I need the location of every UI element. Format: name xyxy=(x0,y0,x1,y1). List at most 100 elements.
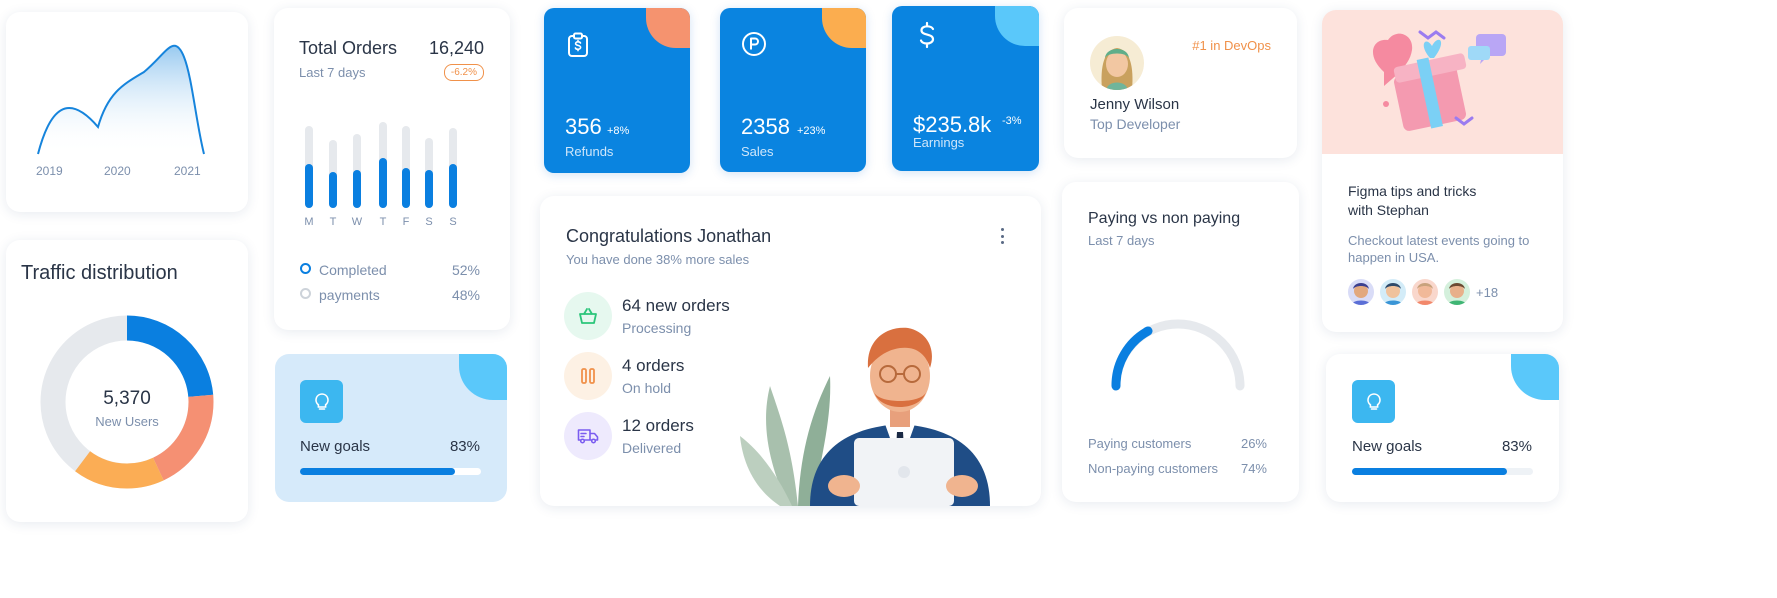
goals-corner-blob xyxy=(1511,354,1559,400)
truck-icon xyxy=(577,429,599,444)
new-goals-card-left: New goals 83% xyxy=(275,354,507,502)
basket-icon xyxy=(579,308,597,324)
profile-rank: #1 in DevOps xyxy=(1192,38,1271,53)
kebab-dot xyxy=(1000,228,1004,231)
paying-row-label: Non-paying customers xyxy=(1088,461,1219,476)
goals-icon-box xyxy=(300,380,343,423)
new-goals-card-right: New goals 83% xyxy=(1326,354,1559,502)
day-label: M xyxy=(304,216,314,228)
gift-illustration xyxy=(1372,30,1506,131)
day-label: T xyxy=(379,216,387,228)
bar-fg-sun xyxy=(449,164,457,208)
stat-card-earnings[interactable]: $235.8k -3% Earnings xyxy=(892,6,1039,171)
stat-label: Refunds xyxy=(565,144,614,159)
congratulations-card: Congratulations Jonathan You have done 3… xyxy=(540,196,1041,506)
event-banner xyxy=(1322,10,1563,154)
kebab-dot xyxy=(1000,241,1004,244)
avatar xyxy=(1378,277,1408,307)
goals-progress-fill xyxy=(300,468,455,475)
goals-progress-fill xyxy=(1352,468,1507,475)
congrats-subtitle: You have done 38% more sales xyxy=(566,252,750,267)
woman-avatar-icon xyxy=(1101,48,1133,90)
avatar xyxy=(1346,277,1376,307)
orders-delivered-icon-wrap xyxy=(564,412,612,460)
stat-corner-blob xyxy=(822,8,866,48)
more-options-button[interactable] xyxy=(996,226,1008,246)
goals-icon-box xyxy=(1352,380,1395,423)
order-title: 64 new orders xyxy=(622,296,730,315)
order-sub: Delivered xyxy=(622,440,682,456)
order-title: 12 orders xyxy=(622,416,694,435)
parking-coin-icon xyxy=(742,32,766,56)
avatar xyxy=(1090,36,1144,90)
legend-label-completed: Completed xyxy=(319,262,387,278)
bar-fg-wed xyxy=(353,170,361,208)
traffic-caption: New Users xyxy=(95,414,159,429)
bar-fg-mon xyxy=(305,164,313,208)
paying-card: Paying vs non paying Last 7 days Paying … xyxy=(1062,182,1299,502)
stat-card-refunds[interactable]: 356 +8% Refunds xyxy=(544,8,690,173)
paying-row-pct: 26% xyxy=(1240,436,1267,451)
event-more-count: +18 xyxy=(1476,285,1499,300)
growth-line-chart xyxy=(37,44,205,155)
dollar-icon xyxy=(919,21,935,49)
event-card[interactable]: Figma tips and tricks with Stephan Check… xyxy=(1322,10,1563,332)
event-title: Figma tips and tricks with Stephan xyxy=(1348,183,1477,218)
total-orders-card: Total Orders 16,240 Last 7 days -6.2% M … xyxy=(274,8,510,330)
growth-label-2019: 2019 xyxy=(36,164,63,178)
stat-value: 356 xyxy=(565,114,602,139)
growth-label-2020: 2020 xyxy=(104,164,131,178)
businessman-illustration xyxy=(740,327,990,506)
stat-label: Earnings xyxy=(913,135,965,150)
pause-icon xyxy=(581,368,595,384)
paying-row-label: Paying customers xyxy=(1088,436,1192,451)
paying-row-pct: 74% xyxy=(1240,461,1267,476)
profile-role: Top Developer xyxy=(1090,116,1181,132)
goals-pct: 83% xyxy=(449,438,480,455)
growth-label-2021: 2021 xyxy=(174,164,201,178)
legend-dot-completed xyxy=(300,263,311,274)
profile-name: Jenny Wilson xyxy=(1090,96,1180,113)
orders-processing-icon-wrap xyxy=(564,292,612,340)
profile-card: #1 in DevOps Jenny Wilson Top Developer xyxy=(1064,8,1297,158)
traffic-value: 5,370 xyxy=(103,388,151,409)
goals-label: New goals xyxy=(300,438,371,455)
stat-change: -3% xyxy=(1002,115,1022,127)
stat-label: Sales xyxy=(741,144,774,159)
stat-change: +8% xyxy=(607,125,630,137)
goals-label: New goals xyxy=(1352,438,1423,455)
day-label: S xyxy=(425,216,433,228)
avatar xyxy=(1410,277,1440,307)
order-sub: Processing xyxy=(622,320,692,336)
orders-value: 16,240 xyxy=(428,38,484,58)
orders-onhold-icon-wrap xyxy=(564,352,612,400)
lightbulb-icon xyxy=(1366,392,1381,410)
stat-corner-blob xyxy=(646,8,690,48)
gauge-paying-segment xyxy=(1111,326,1153,391)
bar-fg-thu xyxy=(379,158,387,208)
legend-pct-completed: 52% xyxy=(451,262,480,278)
traffic-card: Traffic distribution 5,370 New Users xyxy=(6,240,248,522)
stat-change: +23% xyxy=(797,125,826,137)
day-label: S xyxy=(449,216,457,228)
congrats-title: Congratulations Jonathan xyxy=(566,226,772,246)
stat-card-sales[interactable]: 2358 +23% Sales xyxy=(720,8,866,172)
growth-card: 2019 2020 2021 xyxy=(6,12,248,212)
paying-gauge-chart xyxy=(1111,319,1245,391)
traffic-donut-chart xyxy=(40,315,214,489)
kebab-dot xyxy=(1000,234,1004,238)
stat-value: 2358 xyxy=(741,114,790,139)
goals-corner-blob xyxy=(459,354,507,400)
day-label: F xyxy=(402,216,410,228)
lightbulb-icon xyxy=(314,392,329,410)
goals-pct: 83% xyxy=(1501,438,1532,455)
avatar xyxy=(1442,277,1472,307)
clipboard-dollar-icon xyxy=(568,32,588,57)
day-label: T xyxy=(329,216,337,228)
bar-fg-fri xyxy=(402,168,410,208)
bar-fg-tue xyxy=(329,172,337,208)
event-text: Checkout latest events going to happen i… xyxy=(1348,233,1530,265)
orders-title: Total Orders xyxy=(299,38,398,58)
order-sub: On hold xyxy=(622,380,672,396)
orders-subtitle: Last 7 days xyxy=(299,65,366,80)
